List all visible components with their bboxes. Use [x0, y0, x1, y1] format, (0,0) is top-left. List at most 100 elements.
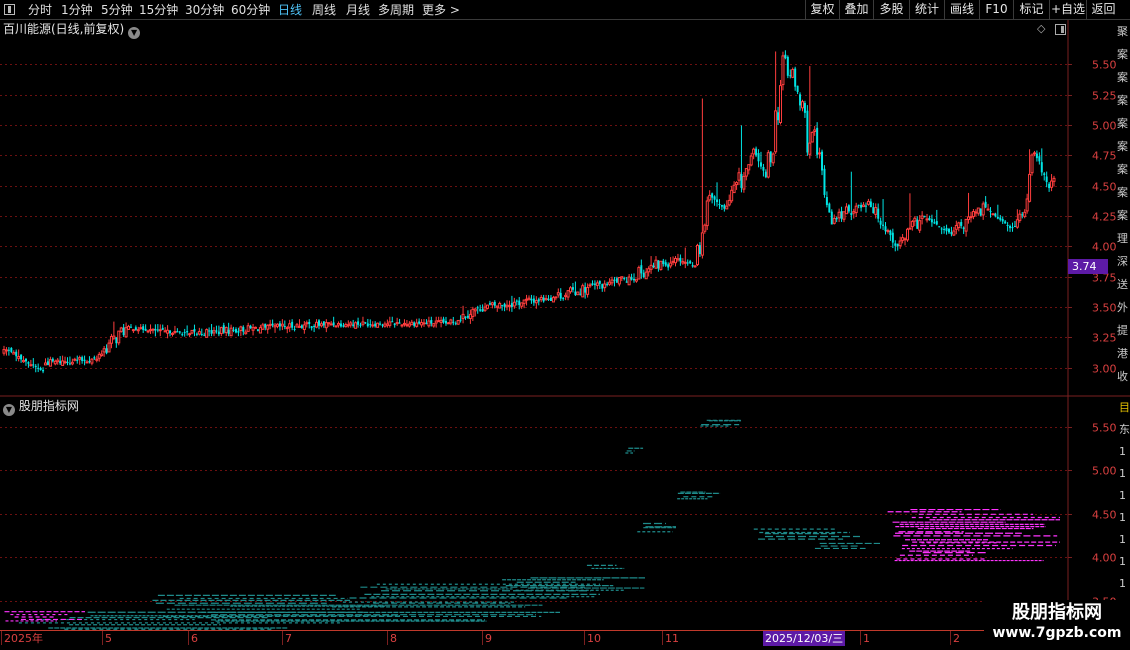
y-tick-label: 5.25	[1092, 90, 1117, 103]
candle-body-up	[402, 322, 406, 325]
candle-body-up	[2, 349, 6, 354]
y-tick-label: 3.25	[1092, 332, 1117, 345]
candle-body-up	[505, 304, 509, 308]
candle-body-up	[522, 299, 526, 304]
candle-body-up	[329, 323, 333, 326]
candle-body-up	[808, 142, 812, 155]
y-tick-label: 4.25	[1092, 211, 1117, 224]
candle-body-up	[705, 200, 709, 227]
strip-char: 案	[1117, 209, 1128, 222]
candle-body-up	[620, 276, 624, 279]
candle-body-down	[872, 207, 875, 214]
chevron-down-icon[interactable]: ▼	[3, 404, 15, 416]
strip-char: 案	[1117, 117, 1128, 130]
candle-body-up	[97, 353, 101, 359]
cursor-date-label: 2025/12/03/三	[763, 631, 846, 646]
candle-body-down	[716, 199, 719, 203]
candle-body-up	[986, 208, 990, 211]
candle-body-down	[169, 330, 172, 334]
candle-body-down	[943, 228, 946, 230]
candle-body-down	[310, 326, 313, 329]
candle-body-down	[398, 322, 401, 324]
candle-body-down	[1045, 176, 1048, 183]
candle-body-down	[803, 102, 806, 113]
candle-body-up	[520, 302, 524, 307]
candle-body-down	[823, 168, 826, 195]
candle-body-up	[22, 359, 26, 363]
candle-body-up	[539, 296, 543, 301]
candle-body-up	[188, 333, 192, 336]
sub-chart-title[interactable]: ▼ 股朋指标网	[3, 398, 79, 416]
candle-body-down	[718, 204, 721, 206]
candle-body-down	[42, 370, 45, 372]
indicator-title: 股朋指标网	[18, 399, 79, 413]
candle-body-down	[442, 318, 445, 323]
sub-strip-char: 1	[1119, 489, 1126, 502]
candle-body-up	[78, 357, 82, 360]
candle-body-up	[468, 313, 472, 320]
candle-body-down	[882, 224, 885, 226]
candle-body-down	[938, 226, 941, 228]
candle-body-up	[337, 322, 341, 326]
candle-body-up	[437, 320, 441, 323]
candle-body-up	[117, 330, 121, 344]
candle-body-up	[971, 211, 975, 218]
candle-body-down	[32, 364, 35, 366]
candle-body-up	[56, 359, 60, 363]
candle-body-up	[173, 330, 177, 333]
candle-body-down	[503, 303, 506, 307]
candle-body-down	[322, 321, 325, 326]
candle-body-up	[866, 200, 870, 205]
candle-body-up	[251, 327, 255, 331]
candle-body-down	[816, 127, 819, 155]
candle-body-down	[1035, 153, 1038, 159]
candle-body-down	[960, 222, 963, 226]
candle-body-up	[771, 153, 775, 164]
candle-body-down	[154, 329, 157, 331]
candle-body-down	[115, 337, 118, 344]
candle-body-down	[869, 201, 872, 208]
candle-body-up	[862, 204, 866, 208]
candle-body-up	[432, 323, 436, 327]
candle-body-down	[999, 217, 1002, 220]
candle-body-down	[518, 300, 521, 306]
candle-body-up	[766, 152, 770, 178]
candle-body-down	[291, 321, 294, 328]
candle-body-up	[131, 329, 135, 332]
candle-body-up	[224, 327, 228, 334]
candle-body-down	[381, 324, 384, 326]
candle-body-down	[379, 323, 382, 325]
candle-body-up	[791, 69, 795, 78]
candle-body-up	[918, 220, 922, 231]
candle-body-up	[595, 282, 599, 286]
candle-body-up	[617, 277, 621, 285]
candle-body-down	[293, 328, 296, 330]
candle-body-up	[205, 329, 209, 338]
x-tick-label: 9	[485, 632, 492, 645]
candle-body-up	[913, 217, 917, 222]
candle-body-up	[981, 203, 985, 216]
watermark-url: www.7gpzb.com	[992, 625, 1122, 641]
candle-body-up	[295, 324, 299, 328]
candle-body-up	[258, 327, 262, 334]
candle-body-down	[542, 297, 545, 302]
x-tick	[950, 631, 951, 645]
candle-body-up	[12, 352, 16, 355]
candle-body-up	[73, 358, 77, 361]
candle-body-up	[90, 358, 94, 364]
candle-body-down	[562, 297, 565, 299]
candle-body-down	[27, 362, 30, 364]
candle-body-down	[452, 321, 455, 323]
candle-body-up	[407, 323, 411, 327]
candle-body-down	[271, 323, 274, 326]
right-info-strip: 聚案案案案案案案案理深送外提港收	[1116, 20, 1130, 396]
candle-body-up	[957, 222, 961, 229]
candle-body-up	[964, 218, 968, 232]
candle-body-up	[700, 232, 704, 256]
candle-body-up	[954, 225, 958, 230]
candle-body-up	[952, 230, 956, 236]
candle-body-down	[948, 228, 950, 233]
candle-body-up	[744, 168, 748, 177]
candle-body-up	[730, 189, 734, 202]
candle-body-down	[122, 327, 125, 336]
